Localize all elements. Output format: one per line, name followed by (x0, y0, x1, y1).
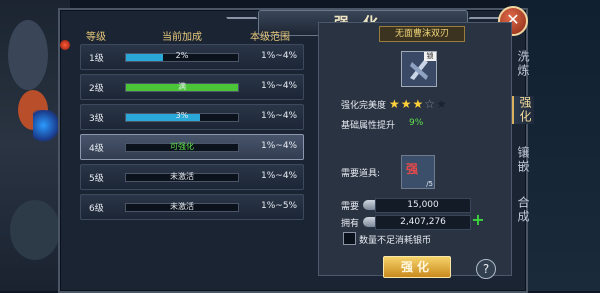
row-range: 1%~4% (261, 81, 298, 91)
row-level: 3级 (89, 114, 104, 124)
level-row[interactable]: 5级 未激活 1%~4% (80, 164, 304, 190)
level-row[interactable]: 2级 满 1%~4% (80, 74, 304, 100)
item-detail-panel: 无面曹沫双刃 锁 强化完美度 ★★★☆★ 基础属性提升 9% 需要道具: 强 /… (318, 22, 512, 279)
ornament-ball (60, 40, 70, 50)
side-tab[interactable]: 镶嵌 (512, 146, 532, 174)
lock-icon: 锁 (424, 52, 436, 61)
need-amount: 15,000 (375, 198, 471, 213)
required-item-slot[interactable]: 强 /5 (401, 155, 435, 189)
level-row[interactable]: 3级 3% 1%~4% (80, 104, 304, 130)
bonus-label: 基础属性提升 (341, 121, 396, 131)
side-tab[interactable]: 洗炼 (512, 50, 532, 78)
need-label: 需要 (341, 202, 360, 212)
progress-bar: 可强化 (125, 142, 239, 152)
progress-bar: 满 (125, 82, 239, 92)
required-item-count: /5 (426, 180, 433, 188)
progress-bar: 未激活 (125, 172, 239, 182)
header-level: 等级 (86, 32, 106, 43)
level-row[interactable]: 4级 可强化 1%~4% (80, 134, 304, 160)
use-silver-label: 数量不足消耗银币 (359, 236, 432, 246)
row-range: 1%~4% (261, 51, 298, 61)
progress-text: 3% (175, 111, 189, 120)
star-icon: ☆ (424, 97, 437, 111)
header-current: 当前加成 (162, 32, 202, 43)
perfection-label: 强化完美度 (341, 101, 387, 111)
background-blob (10, 200, 60, 260)
perfection-stars: ★★★☆★ (389, 97, 448, 111)
row-level: 2级 (89, 84, 104, 94)
progress-text: 2% (175, 51, 189, 60)
star-icon: ★ (400, 97, 413, 111)
own-label: 拥有 (341, 219, 360, 229)
progress-text: 未激活 (170, 172, 194, 181)
progress-text: 满 (178, 82, 186, 91)
own-amount: 2,407,276 (375, 215, 471, 230)
progress-bar: 3% (125, 111, 239, 122)
header-range: 本级范围 (250, 32, 290, 43)
progress-bar: 2% (125, 51, 239, 62)
side-tab[interactable]: 强化 (512, 96, 534, 124)
row-range: 1%~4% (261, 171, 298, 181)
item-name: 无面曹沫双刃 (379, 26, 465, 42)
progress-text: 可强化 (170, 142, 194, 151)
progress-bar: 未激活 (125, 202, 239, 212)
row-level: 5级 (89, 174, 104, 184)
row-range: 1%~5% (261, 201, 298, 211)
star-icon: ★ (436, 97, 448, 111)
orb-decoration (33, 110, 59, 144)
row-range: 1%~4% (261, 141, 298, 151)
side-tab[interactable]: 合成 (512, 196, 532, 224)
requirement-label: 需要道具: (341, 169, 381, 179)
progress-text: 未激活 (170, 202, 194, 211)
add-silver-button[interactable]: + (471, 212, 485, 228)
table-header: 等级 当前加成 本级范围 (78, 26, 304, 43)
star-icon: ★ (412, 97, 425, 111)
row-level: 4级 (89, 144, 104, 154)
background-blob (8, 20, 48, 90)
item-icon[interactable]: 锁 (401, 51, 437, 87)
enhance-stone-icon: 强 (406, 162, 419, 176)
level-row[interactable]: 6级 未激活 1%~5% (80, 194, 304, 220)
level-table: 等级 当前加成 本级范围 1级 2% 1%~4% 2级满 1%~4% 3级 3% 1%~4% 4… (78, 26, 304, 276)
row-level: 6级 (89, 204, 104, 214)
row-level: 1级 (89, 54, 104, 64)
bonus-value: 9% (409, 118, 424, 128)
help-button[interactable]: ? (476, 259, 496, 279)
use-silver-checkbox[interactable] (343, 232, 356, 245)
level-row[interactable]: 1级 2% 1%~4% (80, 44, 304, 70)
row-range: 1%~4% (261, 111, 298, 121)
star-icon: ★ (389, 97, 401, 111)
enhance-button[interactable]: 强化 (383, 256, 451, 278)
